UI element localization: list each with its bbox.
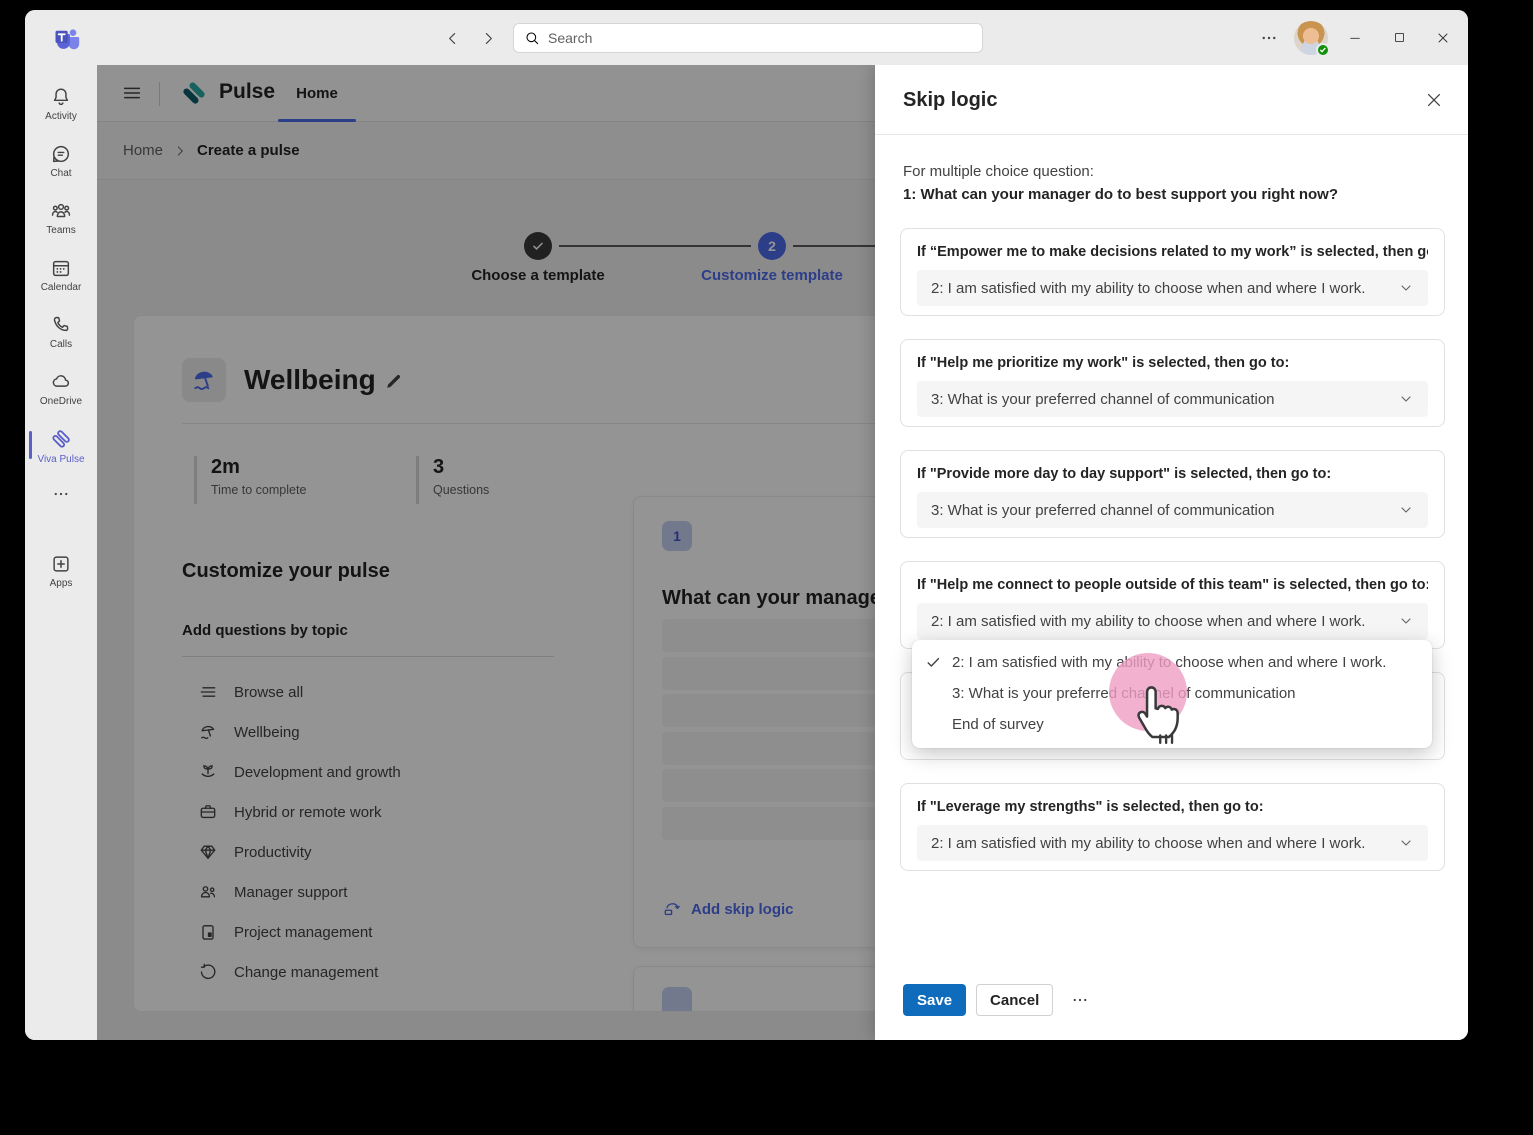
dropdown-option-label: 3: What is your preferred channel of com… bbox=[952, 685, 1296, 702]
skip-logic-panel: Skip logic For multiple choice question:… bbox=[875, 65, 1468, 1040]
viva-pulse-icon bbox=[49, 427, 73, 451]
minimize-button[interactable] bbox=[1338, 21, 1372, 55]
rule-goto-select[interactable]: 3: What is your preferred channel of com… bbox=[917, 492, 1428, 528]
minimize-icon bbox=[1347, 30, 1363, 46]
rule-condition: If “Empower me to make decisions related… bbox=[917, 244, 1428, 260]
sidebar-item-calls[interactable]: Calls bbox=[25, 303, 97, 360]
chevron-down-icon bbox=[1398, 280, 1414, 296]
teams-logo-icon bbox=[53, 24, 81, 52]
sidebar-item-activity[interactable]: Activity bbox=[25, 75, 97, 132]
ellipsis-icon bbox=[1071, 991, 1089, 1009]
dropdown-option[interactable]: End of survey bbox=[912, 709, 1432, 740]
skip-rule-card: If “Empower me to make decisions related… bbox=[900, 228, 1445, 316]
sidebar-item-teams[interactable]: Teams bbox=[25, 189, 97, 246]
sidebar-item-label: Calendar bbox=[41, 282, 82, 293]
chevron-down-icon bbox=[1398, 502, 1414, 518]
search-icon bbox=[524, 30, 540, 46]
search-bar[interactable] bbox=[513, 23, 983, 53]
panel-more-button[interactable] bbox=[1063, 984, 1097, 1016]
sidebar-item-label: Viva Pulse bbox=[37, 454, 84, 465]
selected-value: 3: What is your preferred channel of com… bbox=[931, 502, 1398, 519]
dropdown-option-selected[interactable]: 2: I am satisfied with my ability to cho… bbox=[912, 647, 1432, 678]
ellipsis-icon bbox=[1260, 29, 1278, 47]
sidebar-item-label: Calls bbox=[50, 339, 72, 350]
rule-condition: If "Provide more day to day support" is … bbox=[917, 466, 1428, 482]
dropdown-option[interactable]: 3: What is your preferred channel of com… bbox=[912, 678, 1432, 709]
skip-rule-card-open: If "Help me connect to people outside of… bbox=[900, 561, 1445, 649]
sidebar-item-calendar[interactable]: Calendar bbox=[25, 246, 97, 303]
chevron-right-icon bbox=[480, 30, 497, 47]
sidebar-item-label: OneDrive bbox=[40, 396, 82, 407]
rule-goto-select[interactable]: 2: I am satisfied with my ability to cho… bbox=[917, 603, 1428, 639]
goto-dropdown-menu: 2: I am satisfied with my ability to cho… bbox=[912, 640, 1432, 748]
calendar-icon bbox=[50, 257, 72, 279]
cloud-icon bbox=[50, 371, 72, 393]
app-rail: Activity Chat Teams Calendar Calls OneDr… bbox=[25, 65, 97, 1040]
panel-intro: For multiple choice question: bbox=[903, 163, 1094, 180]
panel-question: 1: What can your manager do to best supp… bbox=[903, 186, 1338, 203]
panel-title: Skip logic bbox=[903, 65, 997, 135]
chevron-down-icon bbox=[1398, 835, 1414, 851]
chevron-down-icon bbox=[1398, 613, 1414, 629]
dropdown-option-label: End of survey bbox=[952, 716, 1044, 733]
sidebar-item-onedrive[interactable]: OneDrive bbox=[25, 360, 97, 417]
cancel-button[interactable]: Cancel bbox=[976, 984, 1053, 1016]
skip-rule-card: If "Provide more day to day support" is … bbox=[900, 450, 1445, 538]
ellipsis-icon bbox=[52, 485, 70, 503]
rule-condition: If "Help me connect to people outside of… bbox=[917, 577, 1428, 593]
panel-footer: Save Cancel bbox=[903, 984, 1097, 1016]
phone-icon bbox=[50, 314, 72, 336]
title-bar bbox=[25, 10, 1468, 65]
sidebar-more-apps-button[interactable] bbox=[25, 474, 97, 514]
nav-back-button[interactable] bbox=[439, 25, 465, 51]
pulse-main: Pulse Home Home Create a pulse 2 Choose … bbox=[97, 65, 1468, 1040]
rule-condition: If "Help me prioritize my work" is selec… bbox=[917, 355, 1428, 371]
maximize-button[interactable] bbox=[1382, 21, 1416, 55]
close-icon bbox=[1424, 90, 1444, 110]
selected-value: 2: I am satisfied with my ability to cho… bbox=[931, 835, 1398, 852]
selected-value: 2: I am satisfied with my ability to cho… bbox=[931, 613, 1398, 630]
people-team-icon bbox=[50, 200, 72, 222]
skip-rule-card: If "Help me prioritize my work" is selec… bbox=[900, 339, 1445, 427]
rule-goto-select[interactable]: 3: What is your preferred channel of com… bbox=[917, 381, 1428, 417]
rule-goto-select[interactable]: 2: I am satisfied with my ability to cho… bbox=[917, 825, 1428, 861]
selected-value: 3: What is your preferred channel of com… bbox=[931, 391, 1398, 408]
sidebar-item-chat[interactable]: Chat bbox=[25, 132, 97, 189]
apps-plus-icon bbox=[50, 553, 72, 575]
panel-close-button[interactable] bbox=[1422, 89, 1446, 113]
dropdown-option-label: 2: I am satisfied with my ability to cho… bbox=[952, 654, 1386, 671]
search-input[interactable] bbox=[548, 30, 972, 46]
teams-window: Activity Chat Teams Calendar Calls OneDr… bbox=[25, 10, 1468, 1040]
sidebar-item-label: Chat bbox=[50, 168, 71, 179]
nav-forward-button[interactable] bbox=[475, 25, 501, 51]
maximize-icon bbox=[1392, 30, 1407, 45]
chat-icon bbox=[50, 143, 72, 165]
chevron-down-icon bbox=[1398, 391, 1414, 407]
presence-available-icon bbox=[1316, 43, 1330, 57]
save-button[interactable]: Save bbox=[903, 984, 966, 1016]
sidebar-item-viva-pulse[interactable]: Viva Pulse bbox=[25, 417, 97, 474]
sidebar-item-apps[interactable]: Apps bbox=[25, 542, 97, 599]
rule-condition: If "Leverage my strengths" is selected, … bbox=[917, 799, 1428, 815]
sidebar-item-label: Apps bbox=[50, 578, 73, 589]
close-icon bbox=[1435, 30, 1451, 46]
check-icon bbox=[925, 654, 942, 675]
rule-goto-select[interactable]: 2: I am satisfied with my ability to cho… bbox=[917, 270, 1428, 306]
sidebar-item-label: Teams bbox=[46, 225, 75, 236]
chevron-left-icon bbox=[444, 30, 461, 47]
panel-header: Skip logic bbox=[875, 65, 1468, 135]
titlebar-more-button[interactable] bbox=[1254, 23, 1284, 53]
close-window-button[interactable] bbox=[1426, 21, 1460, 55]
bell-icon bbox=[50, 86, 72, 108]
selected-value: 2: I am satisfied with my ability to cho… bbox=[931, 280, 1398, 297]
skip-rule-card: If "Leverage my strengths" is selected, … bbox=[900, 783, 1445, 871]
user-avatar[interactable] bbox=[1294, 21, 1328, 55]
sidebar-item-label: Activity bbox=[45, 111, 77, 122]
